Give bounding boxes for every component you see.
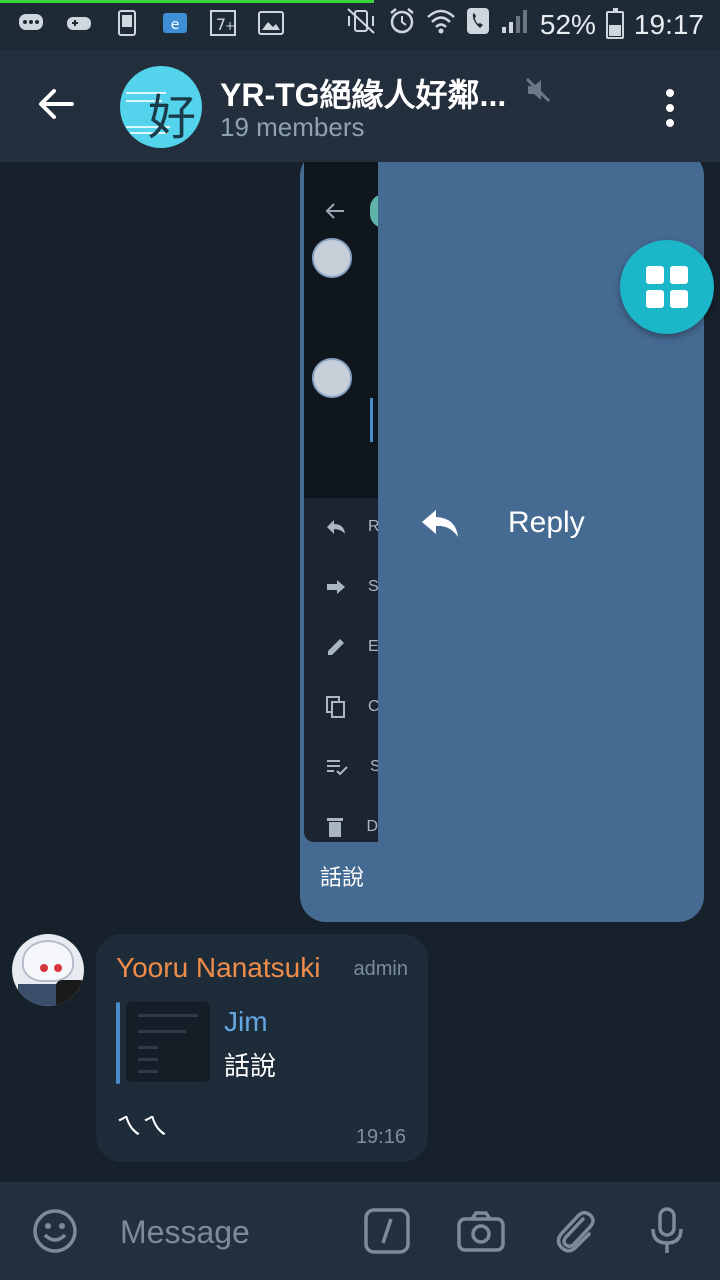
reply-icon (326, 516, 346, 538)
camera-icon (457, 1211, 505, 1252)
avatar-glyph: 好 (147, 90, 196, 146)
avatar-detail (40, 964, 48, 972)
chat-header: 好 YR-TG絕緣人好鄰... 19 members (0, 50, 720, 162)
thumbnail-detail (138, 1058, 158, 1061)
slash-command-icon (364, 1208, 410, 1254)
status-bar: e 7 + 52% 19:17 (0, 0, 720, 50)
call-icon (466, 7, 490, 42)
browser-icon: e (162, 10, 188, 36)
quoted-thumbnail[interactable] (126, 1002, 210, 1082)
more-vert-icon (666, 119, 674, 127)
microphone-icon (651, 1207, 683, 1253)
alarm-icon (388, 7, 416, 42)
quote-text: 話說 (224, 1051, 277, 1081)
incoming-message-bubble[interactable]: Yooru Nanatsuki admin Jim 話說 ㄟㄟ 19:16 (96, 934, 428, 1162)
gallery-icon (258, 10, 284, 36)
notification-icons: e 7 + (18, 10, 284, 36)
message-time: 19:16 (355, 1126, 406, 1148)
grid-icon (670, 266, 688, 284)
thumbnail-menu-edit: E (326, 632, 378, 662)
screenshot-thumbnail[interactable]: R S E C S D (304, 162, 378, 842)
message-text: ㄟㄟ (116, 1111, 169, 1141)
quote-bar (116, 1002, 120, 1084)
pencil-icon (326, 636, 346, 658)
avatar-detail (54, 964, 62, 972)
sender-name[interactable]: Yooru Nanatsuki (116, 952, 320, 984)
thumbnail-avatar (312, 238, 352, 278)
grid-icon (670, 290, 688, 308)
admin-badge: admin (353, 958, 408, 980)
chat-area[interactable]: R S E C S D Reply 話說 Yooru Nanatsuki adm… (0, 162, 720, 1182)
outgoing-message-text: 話說 (320, 865, 365, 890)
thumbnail-menu-delete: D (326, 812, 378, 842)
thumbnail-chat-preview (304, 162, 378, 498)
member-count: 19 members (220, 112, 365, 142)
select-icon (326, 756, 348, 778)
thumbnail-avatar (312, 358, 352, 398)
message-input[interactable] (120, 1212, 350, 1252)
voice-record-button[interactable] (642, 1206, 692, 1256)
download-progress-bar (0, 0, 375, 3)
camera-button[interactable] (456, 1206, 506, 1256)
message-input-bar (0, 1182, 720, 1280)
reply-icon (422, 510, 458, 537)
vibrate-mute-icon (344, 6, 378, 43)
svg-text:+: + (225, 19, 235, 33)
thumbnail-menu-reply: R (326, 512, 378, 542)
thumbnail-quote-bar (370, 398, 373, 442)
more-vert-icon (666, 104, 674, 112)
battery-percent: 52% (539, 8, 596, 40)
thumbnail-back-icon (325, 203, 344, 219)
thumbnail-detail (138, 1030, 186, 1033)
thumbnail-menu-letter: S (368, 578, 378, 595)
emoji-button[interactable] (30, 1206, 80, 1256)
thumbnail-menu-select: S (326, 752, 378, 782)
emoji-icon (33, 1209, 77, 1253)
seven-plus-icon: 7 + (210, 10, 236, 36)
back-arrow-icon (39, 89, 74, 119)
thumbnail-detail (138, 1014, 198, 1017)
quote-author[interactable]: Jim (224, 1006, 268, 1038)
bot-commands-button[interactable] (362, 1206, 412, 1256)
mute-icon (524, 76, 552, 109)
thumbnail-detail (138, 1046, 158, 1049)
sender-avatar[interactable] (12, 934, 84, 1006)
thumbnail-menu-letter: E (368, 638, 378, 655)
thumbnail-menu-copy: C (326, 692, 378, 722)
thumbnail-header-avatar (370, 194, 378, 228)
group-avatar[interactable]: 好 (120, 66, 202, 148)
signal-icon (500, 7, 530, 42)
more-vert-icon (666, 89, 674, 97)
forward-icon (326, 576, 346, 598)
back-button[interactable] (28, 76, 84, 132)
thumbnail-menu-letter: S (370, 758, 378, 775)
grid-icon (646, 266, 664, 284)
avatar-detail (22, 940, 74, 982)
grid-icon (646, 290, 664, 308)
avatar-detail (56, 980, 84, 1006)
chat-notification-icon (18, 10, 44, 36)
svg-text:e: e (171, 17, 180, 33)
thumbnail-menu-letter: R (368, 518, 378, 535)
thumbnail-menu-letter: D (366, 818, 378, 835)
clock: 19:17 (633, 8, 704, 40)
copy-icon (326, 696, 346, 718)
attach-button[interactable] (550, 1206, 600, 1256)
trash-icon (326, 816, 344, 838)
system-indicators: 52% 19:17 (344, 6, 704, 43)
battery-icon (605, 7, 624, 39)
paperclip-icon (556, 1211, 595, 1253)
group-title[interactable]: YR-TG絕緣人好鄰... (220, 70, 506, 116)
reply-label: Reply (508, 506, 585, 539)
gamepad-icon (66, 10, 92, 36)
thumbnail-menu-letter: C (368, 698, 378, 715)
wifi-icon (426, 7, 456, 42)
swipe-reply-indicator: Reply (420, 506, 585, 540)
phone-app-icon (114, 10, 140, 36)
thumbnail-detail (138, 1070, 158, 1073)
thumbnail-menu-share: S (326, 572, 378, 602)
floating-apps-button[interactable] (620, 240, 714, 334)
more-options-button[interactable] (648, 80, 692, 136)
